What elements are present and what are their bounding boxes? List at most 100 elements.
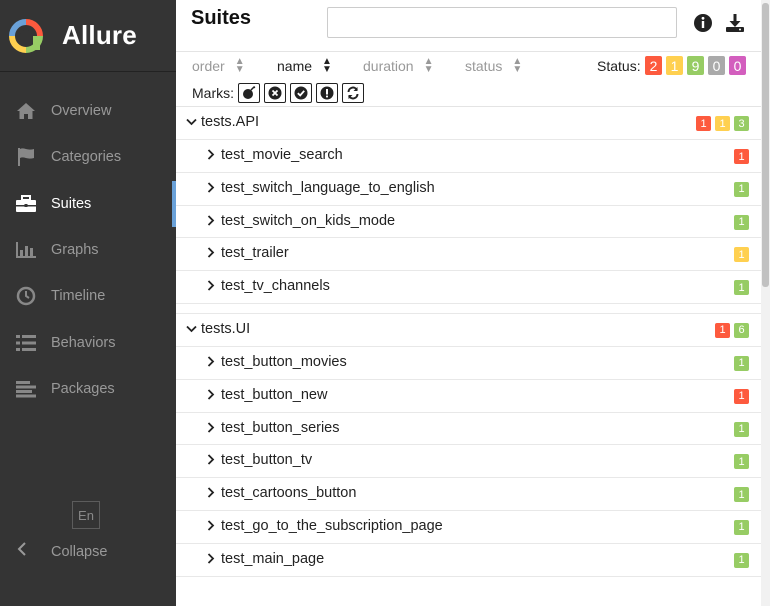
status-filter-unknown[interactable]: 0 bbox=[729, 56, 746, 75]
tree-toolbar: order ▲ ▼ name ▲ ▼ duration ▲ ▼ status ▲ ▼ S… bbox=[176, 52, 761, 107]
chevron-right-icon bbox=[207, 486, 215, 501]
test-status-badge: 1 bbox=[734, 487, 749, 503]
test-name: test_button_tv bbox=[221, 452, 313, 469]
status-filter-skipped[interactable]: 0 bbox=[708, 56, 725, 75]
chevron-right-icon bbox=[207, 355, 215, 370]
sort-label: order bbox=[192, 58, 225, 74]
sort-by-duration[interactable]: duration ▲ ▼ bbox=[363, 57, 434, 75]
sidebar-item-label: Timeline bbox=[51, 288, 106, 305]
clock-icon bbox=[15, 286, 37, 306]
retries-status-change-icon[interactable] bbox=[342, 83, 364, 103]
suite-spacer bbox=[176, 304, 761, 314]
sort-arrows-icon: ▲ ▼ bbox=[234, 56, 245, 75]
test-badges: 1 bbox=[734, 247, 749, 263]
test-badges: 1 bbox=[734, 487, 749, 503]
suite-group[interactable]: tests.API 1 1 3 bbox=[176, 107, 761, 140]
test-row[interactable]: test_switch_on_kids_mode 1 bbox=[176, 206, 761, 239]
language-switch[interactable]: En bbox=[72, 501, 100, 529]
status-filter-failed[interactable]: 2 bbox=[645, 56, 662, 75]
chevron-right-icon bbox=[207, 421, 215, 436]
test-status-badge: 1 bbox=[734, 149, 749, 164]
test-row[interactable]: test_main_page 1 bbox=[176, 544, 761, 577]
test-badges: 1 bbox=[734, 519, 749, 535]
sort-label: status bbox=[465, 58, 503, 74]
sidebar-item-overview[interactable]: Overview bbox=[0, 88, 176, 134]
app-name: Allure bbox=[62, 20, 137, 50]
suite-badges: 113 bbox=[696, 116, 749, 131]
suite-badges: 16 bbox=[715, 322, 749, 338]
chevron-right-icon bbox=[207, 181, 215, 196]
test-badges: 1 bbox=[734, 552, 749, 568]
test-name: test_movie_search bbox=[221, 147, 343, 163]
briefcase-icon bbox=[15, 194, 37, 214]
sidebar-item-suites[interactable]: Suites bbox=[0, 180, 176, 228]
main-panel: Suites order ▲ ▼ name ▲ ▼ duration ▲ ▼ stat… bbox=[176, 0, 770, 606]
suite-name: tests.API bbox=[201, 114, 260, 130]
test-row[interactable]: test_button_new 1 bbox=[176, 380, 761, 413]
download-icon[interactable] bbox=[725, 13, 745, 33]
sidebar-item-graphs[interactable]: Graphs bbox=[0, 227, 176, 273]
brand[interactable]: Allure bbox=[0, 0, 176, 72]
test-row[interactable]: test_button_tv 1 bbox=[176, 445, 761, 479]
flaky-bomb-icon[interactable] bbox=[238, 83, 260, 103]
test-status-badge: 1 bbox=[734, 214, 749, 230]
status-filter-broken[interactable]: 1 bbox=[666, 56, 683, 75]
test-name: test_main_page bbox=[221, 550, 325, 567]
sort-by-name[interactable]: name ▲ ▼ bbox=[277, 57, 332, 75]
chevron-right-icon bbox=[207, 388, 215, 403]
test-status-badge: 1 bbox=[734, 247, 749, 263]
sidebar-item-timeline[interactable]: Timeline bbox=[0, 273, 176, 319]
suites-tree: tests.API 1 1 3 test_movie_search 1 test_switc… bbox=[176, 107, 761, 577]
test-badges: 1 bbox=[734, 181, 749, 197]
status-filter-passed[interactable]: 9 bbox=[687, 56, 704, 75]
test-row[interactable]: test_switch_language_to_english 1 bbox=[176, 173, 761, 206]
chevron-right-icon bbox=[207, 552, 215, 567]
sidebar: Allure Overview Categories Suites Graphs bbox=[0, 0, 176, 606]
test-row[interactable]: test_button_movies 1 bbox=[176, 347, 761, 380]
test-row[interactable]: test_cartoons_button 1 bbox=[176, 478, 761, 511]
info-icon[interactable] bbox=[693, 13, 713, 33]
suite-status-count-badge: 6 bbox=[734, 322, 749, 338]
new-broken-icon[interactable] bbox=[316, 83, 338, 103]
sort-by-status[interactable]: status ▲ ▼ bbox=[465, 57, 522, 75]
search-input[interactable] bbox=[327, 7, 677, 38]
test-row[interactable]: test_go_to_the_subscription_page 1 bbox=[176, 511, 761, 544]
test-row[interactable]: test_tv_channels 1 bbox=[176, 271, 761, 304]
sidebar-item-label: Suites bbox=[51, 195, 92, 212]
chevron-down-icon bbox=[186, 114, 197, 129]
new-failed-icon[interactable] bbox=[264, 83, 286, 103]
suite-status-count-badge: 3 bbox=[734, 116, 749, 131]
suite-name: tests.UI bbox=[201, 320, 251, 337]
sort-label: name bbox=[277, 58, 313, 74]
chevron-right-icon bbox=[207, 246, 215, 261]
test-name: test_button_movies bbox=[221, 353, 347, 370]
suite-status-count-badge: 1 bbox=[715, 322, 730, 338]
marks-filter bbox=[238, 83, 364, 103]
sidebar-item-packages[interactable]: Packages bbox=[0, 366, 176, 412]
test-status-badge: 1 bbox=[734, 421, 749, 437]
suite-status-count-badge: 1 bbox=[696, 116, 711, 131]
new-passed-icon[interactable] bbox=[290, 83, 312, 103]
collapse-button[interactable]: Collapse bbox=[17, 542, 107, 561]
test-row[interactable]: test_movie_search 1 bbox=[176, 140, 761, 173]
sidebar-item-behaviors[interactable]: Behaviors bbox=[0, 319, 176, 365]
sidebar-item-label: Packages bbox=[51, 380, 115, 397]
test-row[interactable]: test_button_series 1 bbox=[176, 413, 761, 446]
scrollbar-thumb[interactable] bbox=[762, 3, 769, 287]
chevron-down-icon bbox=[186, 321, 197, 336]
collapse-label: Collapse bbox=[51, 543, 108, 560]
test-badges: 1 bbox=[734, 214, 749, 230]
chevron-right-icon bbox=[207, 453, 215, 468]
sidebar-item-label: Graphs bbox=[51, 242, 99, 259]
home-icon bbox=[15, 101, 37, 121]
sidebar-item-categories[interactable]: Categories bbox=[0, 134, 176, 180]
test-name: test_button_new bbox=[221, 386, 328, 403]
chevron-right-icon bbox=[207, 519, 215, 534]
suite-group[interactable]: tests.UI 1 6 bbox=[176, 314, 761, 347]
test-name: test_go_to_the_subscription_page bbox=[221, 517, 443, 534]
test-badges: 1 bbox=[734, 388, 749, 404]
sidebar-item-label: Behaviors bbox=[51, 334, 116, 351]
sort-by-order[interactable]: order ▲ ▼ bbox=[192, 56, 245, 75]
test-row[interactable]: test_trailer 1 bbox=[176, 238, 761, 272]
align-left-icon bbox=[15, 379, 37, 399]
